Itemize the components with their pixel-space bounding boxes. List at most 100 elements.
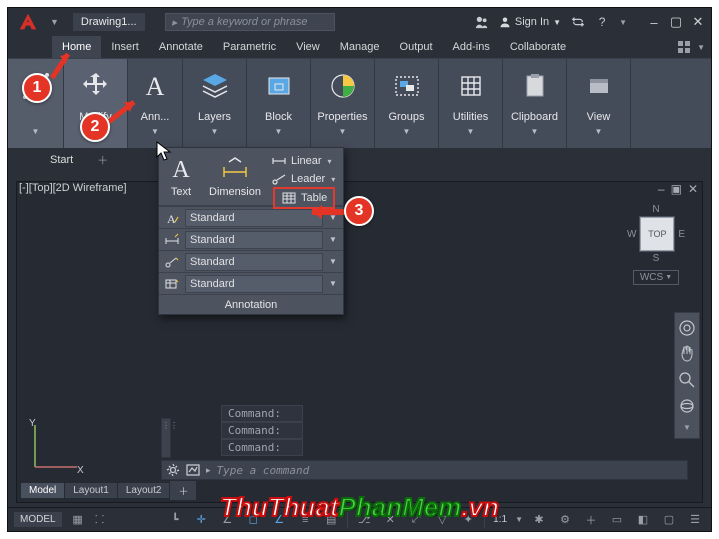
layout-tabs: Model Layout1 Layout2 ＋ [21,481,197,500]
workspace-icon[interactable]: ⚙ [555,511,575,529]
clean-screen-icon[interactable]: ▢ [659,511,679,529]
viewport-minimize-icon[interactable]: – [658,182,665,196]
panel-layers[interactable]: Layers ▼ [183,59,247,148]
new-drawing-plus-icon[interactable]: ＋ [97,152,108,168]
signin-link[interactable]: Sign In ▼ [499,16,561,28]
dropdown-text[interactable]: A Text [159,148,203,202]
gizmo-icon[interactable]: ✦ [458,511,478,529]
navcube-face[interactable]: TOP [640,217,674,251]
pan-icon[interactable] [678,345,696,363]
navbar-expand-icon[interactable]: ▼ [683,423,691,432]
dropdown-leader[interactable]: Leader ▾ [267,170,343,188]
panel-block[interactable]: Block ▼ [247,59,311,148]
layout-tab-model[interactable]: Model [21,483,65,498]
panel-utilities-expand[interactable]: ▼ [467,127,475,136]
close-button[interactable]: ✕ [691,15,705,29]
ribbon-min-icon[interactable]: ▼ [697,43,705,52]
otrack-icon[interactable]: ∠ [269,511,289,529]
panel-layers-expand[interactable]: ▼ [211,127,219,136]
panel-properties-expand[interactable]: ▼ [339,127,347,136]
tab-annotate[interactable]: Annotate [149,36,213,58]
panel-properties[interactable]: Properties ▼ [311,59,375,148]
help-search[interactable]: ▸ Type a keyword or phrase [165,13,335,31]
command-line[interactable]: ▸ Type a command [161,460,688,480]
wcs-button[interactable]: WCS▼ [633,270,679,285]
tab-collaborate[interactable]: Collaborate [500,36,576,58]
tab-parametric[interactable]: Parametric [213,36,286,58]
snap-icon[interactable]: ⸬ [90,511,110,529]
anno-monitor-icon[interactable]: ＋ [581,511,601,529]
layout-tab-2[interactable]: Layout2 [118,483,171,498]
customization-icon[interactable]: ☰ [685,511,705,529]
panel-view[interactable]: View ▼ [567,59,631,148]
ribbon-tabs: Home Insert Annotate Parametric View Man… [8,36,711,58]
panel-view-label: View [587,111,611,125]
viewport-close-icon[interactable]: ✕ [688,182,698,196]
mleaderstyle-row[interactable]: Standard ▼ [159,250,343,272]
app-logo[interactable] [14,8,42,36]
minimize-button[interactable]: – [647,15,661,29]
zoom-extents-icon[interactable] [678,371,696,389]
steering-wheel-icon[interactable] [678,319,696,337]
panel-utilities[interactable]: Utilities ▼ [439,59,503,148]
customize-icon[interactable] [166,463,180,477]
status-model[interactable]: MODEL [14,512,62,527]
3dosnap-icon[interactable]: ✕ [380,511,400,529]
panel-draw-expand[interactable]: ▼ [32,127,40,136]
start-tab[interactable]: Start [32,150,91,170]
tab-view[interactable]: View [286,36,330,58]
transparency-icon[interactable]: ▤ [321,511,341,529]
layout-add[interactable]: ＋ [170,481,197,500]
dimstyle-row[interactable]: Standard ▼ [159,228,343,250]
anno-scale[interactable]: 1:1 [491,514,509,525]
signin-group-icon[interactable] [475,15,489,29]
hardware-accel-icon[interactable]: ▭ [607,511,627,529]
commandline-handle[interactable] [161,418,171,458]
tablestyle-row[interactable]: Standard ▼ [159,272,343,294]
exchange-icon[interactable] [571,15,585,29]
viewport-restore-icon[interactable]: ▣ [671,182,682,196]
selection-cycling-icon[interactable]: ⎇ [354,511,374,529]
selection-filter-icon[interactable]: ▽ [432,511,452,529]
anno-badge-2: 2 [80,112,110,142]
orbit-icon[interactable] [678,397,696,415]
recent-commands-icon[interactable] [186,463,200,477]
dropdown-linear[interactable]: Linear ▾ [267,152,343,170]
drawing-area[interactable]: [-][Top][2D Wireframe] – ▣ ✕ N W TOP E S… [16,181,703,503]
isolate-icon[interactable]: ◧ [633,511,653,529]
dimension-icon [219,152,251,184]
tablestyle-expand[interactable]: ▼ [323,279,343,288]
ortho-icon[interactable]: ┗ [165,511,185,529]
dropdown-footer[interactable]: Annotation [159,294,343,314]
anno-visibility-icon[interactable]: ✱ [529,511,549,529]
panel-clipboard-expand[interactable]: ▼ [531,127,539,136]
qat-dropdown-icon[interactable]: ▼ [50,17,59,27]
document-tab[interactable]: Drawing1... [73,13,145,31]
mleaderstyle-expand[interactable]: ▼ [323,257,343,266]
panel-groups-expand[interactable]: ▼ [403,127,411,136]
panel-block-expand[interactable]: ▼ [275,127,283,136]
panel-view-expand[interactable]: ▼ [595,127,603,136]
view-cube[interactable]: N W TOP E S WCS▼ [626,204,686,276]
polar-icon[interactable]: ✛ [191,511,211,529]
tab-manage[interactable]: Manage [330,36,390,58]
tab-output[interactable]: Output [390,36,443,58]
viewport-label[interactable]: [-][Top][2D Wireframe] [19,182,127,194]
dropdown-linear-label: Linear [291,155,322,167]
tab-addins[interactable]: Add-ins [443,36,500,58]
panel-clipboard[interactable]: Clipboard ▼ [503,59,567,148]
maximize-button[interactable]: ▢ [669,15,683,29]
isodraft-icon[interactable]: ∠ [217,511,237,529]
grid-icon[interactable]: ▦ [68,511,88,529]
dropdown-dimension[interactable]: Dimension [203,148,267,202]
tab-insert[interactable]: Insert [101,36,149,58]
dynamic-ucs-icon[interactable]: ⤢ [406,511,426,529]
dimstyle-expand[interactable]: ▼ [323,235,343,244]
help-icon[interactable]: ? [595,15,609,29]
osnap-icon[interactable]: ◻ [243,511,263,529]
panel-annotation-expand[interactable]: ▼ [151,127,159,136]
lineweight-icon[interactable]: ≡ [295,511,315,529]
featured-apps-icon[interactable] [677,40,691,54]
layout-tab-1[interactable]: Layout1 [65,483,118,498]
panel-groups[interactable]: Groups ▼ [375,59,439,148]
